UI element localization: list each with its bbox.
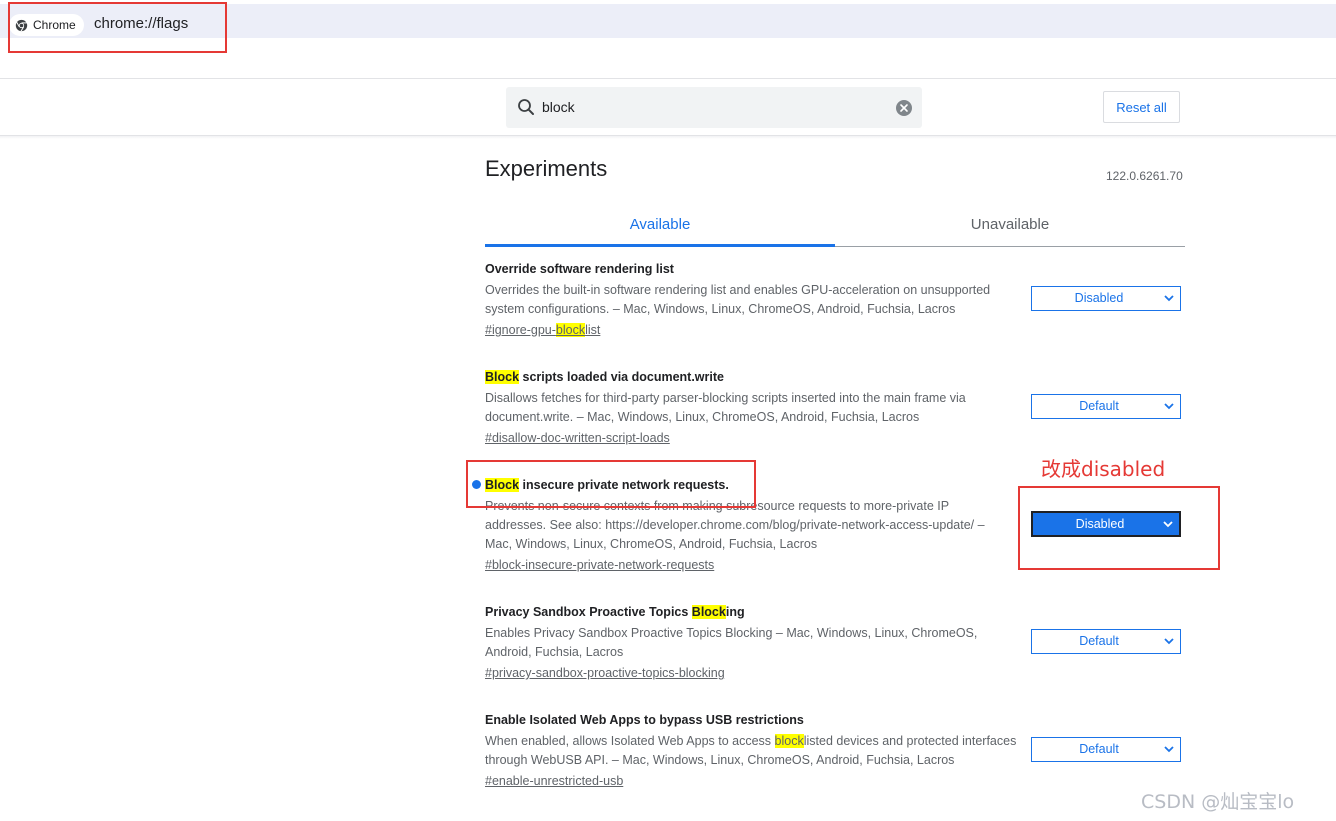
experiment-link[interactable]: #enable-unrestricted-usb bbox=[485, 772, 623, 790]
chevron-down-icon bbox=[1164, 403, 1174, 410]
tab-baseline bbox=[835, 246, 1185, 247]
reset-all-button[interactable]: Reset all bbox=[1103, 91, 1180, 123]
chevron-down-icon bbox=[1164, 295, 1174, 302]
select-value: Disabled bbox=[1074, 291, 1124, 305]
experiment-block-doc-write-scripts: Block scripts loaded via document.write … bbox=[485, 368, 1015, 447]
experiment-link[interactable]: #privacy-sandbox-proactive-topics-blocki… bbox=[485, 664, 725, 682]
header-shadow bbox=[0, 136, 1336, 139]
clear-search-icon[interactable] bbox=[895, 99, 913, 117]
experiment-select-unrestricted-usb[interactable]: Default bbox=[1031, 737, 1181, 762]
chevron-down-icon bbox=[1164, 746, 1174, 753]
experiment-title-highlight-box bbox=[466, 460, 756, 508]
watermark: CSDN @灿宝宝lo bbox=[1141, 791, 1295, 813]
select-value: Default bbox=[1079, 399, 1119, 413]
experiment-description: Enables Privacy Sandbox Proactive Topics… bbox=[485, 626, 978, 659]
annotation-text: 改成disabled bbox=[1041, 457, 1166, 481]
experiment-link[interactable]: #block-insecure-private-network-requests bbox=[485, 556, 714, 574]
tab-unavailable[interactable]: Unavailable bbox=[835, 212, 1185, 246]
experiment-link[interactable]: #disallow-doc-written-script-loads bbox=[485, 429, 670, 447]
experiment-title: Override software rendering list bbox=[485, 262, 674, 276]
experiment-title: Block scripts loaded via document.write bbox=[485, 370, 724, 384]
version-label: 122.0.6261.70 bbox=[1106, 169, 1183, 183]
select-value: Default bbox=[1079, 634, 1119, 648]
experiment-description: Overrides the built-in software renderin… bbox=[485, 283, 991, 316]
experiment-link[interactable]: #ignore-gpu-blocklist bbox=[485, 321, 600, 339]
experiment-override-software-rendering: Override software rendering list Overrid… bbox=[485, 260, 1015, 339]
url-highlight-box bbox=[8, 2, 227, 53]
experiment-select-override-software-rendering[interactable]: Disabled bbox=[1031, 286, 1181, 311]
experiment-description: When enabled, allows Isolated Web Apps t… bbox=[485, 734, 1017, 767]
search-box[interactable] bbox=[506, 87, 922, 128]
search-icon bbox=[518, 99, 534, 115]
experiment-title: Privacy Sandbox Proactive Topics Blockin… bbox=[485, 605, 745, 619]
page-title: Experiments bbox=[485, 156, 608, 181]
search-input[interactable] bbox=[542, 94, 882, 120]
experiment-privacy-sandbox-topics-blocking: Privacy Sandbox Proactive Topics Blockin… bbox=[485, 603, 1015, 682]
experiment-unrestricted-usb: Enable Isolated Web Apps to bypass USB r… bbox=[485, 711, 1020, 790]
experiment-title: Enable Isolated Web Apps to bypass USB r… bbox=[485, 713, 804, 727]
experiment-select-privacy-sandbox-topics-blocking[interactable]: Default bbox=[1031, 629, 1181, 654]
chevron-down-icon bbox=[1164, 638, 1174, 645]
active-tab-indicator bbox=[485, 244, 835, 247]
select-value: Default bbox=[1079, 742, 1119, 756]
tab-available[interactable]: Available bbox=[485, 212, 835, 246]
select-highlight-box bbox=[1018, 486, 1220, 570]
toolbar-divider bbox=[0, 78, 1336, 79]
experiment-select-block-doc-write-scripts[interactable]: Default bbox=[1031, 394, 1181, 419]
experiment-description: Disallows fetches for third-party parser… bbox=[485, 391, 966, 424]
